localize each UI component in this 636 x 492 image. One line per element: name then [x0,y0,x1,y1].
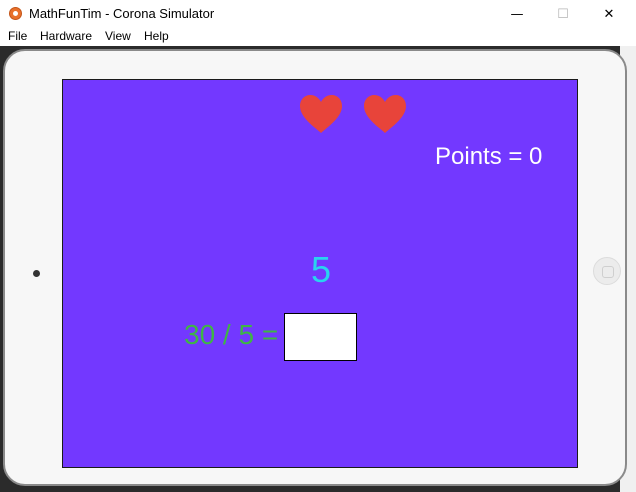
points-label: Points = 0 [435,143,543,170]
math-question: 30 / 5 = [184,319,279,350]
corona-app-icon [9,7,22,20]
home-button[interactable] [593,257,621,285]
menu-help[interactable]: Help [144,29,169,43]
game-screen[interactable]: Points = 0 5 30 / 5 = [62,79,578,468]
minimize-icon: — [510,6,524,22]
answer-display: 5 [310,249,332,290]
minimize-button[interactable]: — [494,0,540,28]
simulator-area: Points = 0 5 30 / 5 = [0,46,636,492]
heart-icon [364,95,406,133]
close-button[interactable]: ✕ [586,0,632,28]
front-camera [33,270,40,277]
title-bar: MathFunTim - Corona Simulator — ☐ ✕ [0,0,636,28]
menu-view[interactable]: View [105,29,131,43]
heart-icon [300,95,342,133]
maximize-button[interactable]: ☐ [540,0,586,28]
menu-bar: File Hardware View Help [0,28,636,46]
tablet-device-frame: Points = 0 5 30 / 5 = [3,49,627,486]
maximize-icon: ☐ [557,6,569,22]
menu-hardware[interactable]: Hardware [40,29,92,43]
window-title: MathFunTim - Corona Simulator [29,6,215,21]
menu-file[interactable]: File [8,29,27,43]
close-icon: ✕ [603,6,615,22]
answer-input[interactable] [284,313,357,361]
